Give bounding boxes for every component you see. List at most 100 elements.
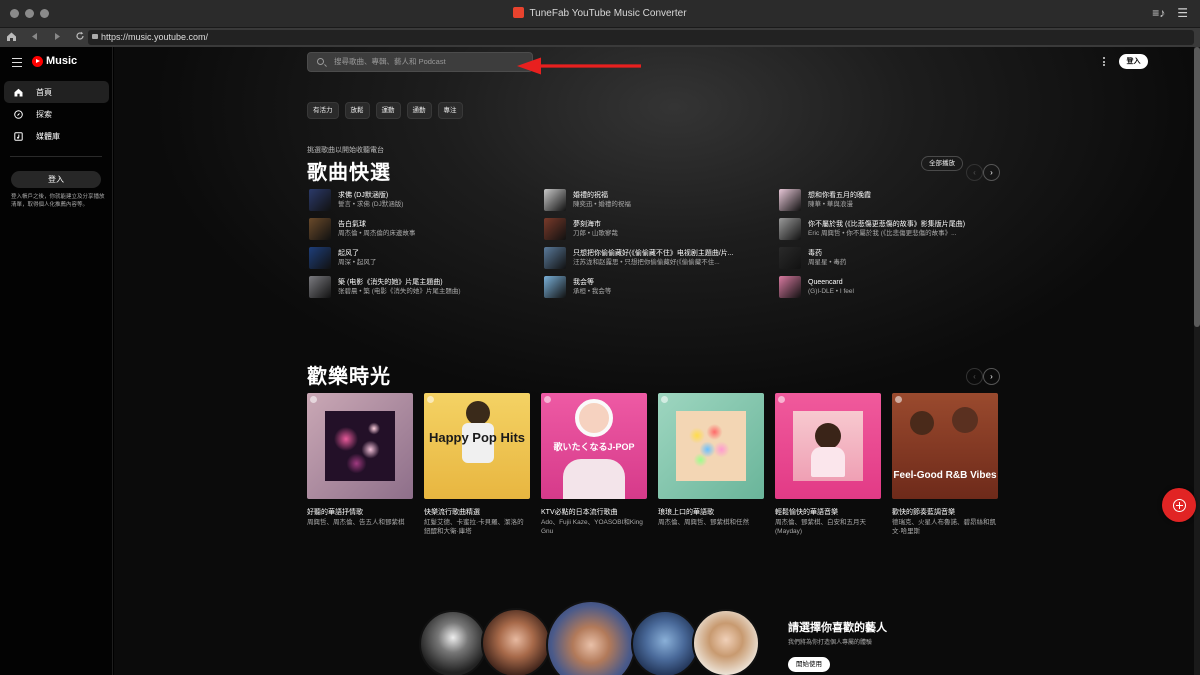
home-nav-icon[interactable] (5, 30, 17, 42)
song-thumbnail[interactable] (544, 276, 566, 298)
song-row[interactable]: 求佛 (DJ默涵版) 誓言 • 求佛 (DJ默涵版) (309, 189, 542, 211)
youtube-music-logo[interactable]: Music (32, 55, 77, 67)
sidebar-login-button[interactable]: 登入 (11, 171, 101, 188)
song-title[interactable]: 夢刻海市 (573, 220, 618, 229)
badge-icon (310, 396, 317, 403)
app-title: TuneFab YouTube Music Converter (0, 7, 1200, 19)
song-title[interactable]: 只想把你偷偷藏好(《偷偷藏不住》电视剧主題曲/片... (573, 249, 734, 258)
song-row[interactable]: 築 (电影《消失的她》片尾主題曲) 张碧晨 • 築 (电影《消失的她》片尾主題曲) (309, 276, 542, 298)
badge-icon (544, 396, 551, 403)
browser-navbar: https://music.youtube.com/ (0, 28, 1200, 47)
song-thumbnail[interactable] (779, 247, 801, 269)
song-title[interactable]: 毒药 (808, 249, 846, 258)
playlist-cover[interactable]: Feel-Good R&B Vibes (892, 393, 998, 499)
url-bar[interactable]: https://music.youtube.com/ (88, 30, 1194, 45)
song-thumbnail[interactable] (309, 276, 331, 298)
song-title[interactable]: 想和你看五月的晚霞 (808, 191, 871, 200)
artist-collage[interactable] (419, 600, 760, 675)
song-thumbnail[interactable] (309, 247, 331, 269)
song-title[interactable]: 求佛 (DJ默涵版) (338, 191, 403, 200)
song-artist: (G)I-DLE • I feel (808, 288, 854, 295)
song-row[interactable]: 只想把你偷偷藏好(《偷偷藏不住》电视剧主題曲/片... 汪苏泷和赵露思 • 只想把… (544, 247, 777, 269)
header-login-button[interactable]: 登入 (1119, 54, 1148, 69)
song-thumbnail[interactable] (309, 189, 331, 211)
song-thumbnail[interactable] (544, 218, 566, 240)
song-thumbnail[interactable] (779, 218, 801, 240)
play-all-button[interactable]: 全部播放 (921, 156, 963, 171)
song-text: 我会等 承桓 • 我会等 (573, 278, 611, 296)
song-title[interactable]: 築 (电影《消失的她》片尾主題曲) (338, 278, 461, 287)
song-thumbnail[interactable] (544, 189, 566, 211)
song-row[interactable]: 毒药 周星星 • 毒药 (779, 247, 1012, 269)
forward-icon[interactable] (51, 30, 63, 42)
main-content: 搜尋歌曲、專輯、藝人和 Podcast 登入 有活力 放鬆 運動 通勤 專注 挑… (114, 47, 1200, 675)
sidebar-item-explore[interactable]: 探索 (4, 103, 109, 125)
chip[interactable]: 通勤 (406, 102, 432, 119)
artist-avatar[interactable] (481, 608, 551, 675)
playlist-card[interactable]: 輕鬆愉快的華語音樂 周杰倫、鄧紫棋、白安和五月天 (Mayday) (775, 393, 881, 536)
song-title[interactable]: Queencard (808, 278, 854, 287)
search-input[interactable]: 搜尋歌曲、專輯、藝人和 Podcast (307, 52, 533, 72)
song-artist: 陳奕迅 • 婚禮的祝福 (573, 201, 631, 208)
song-row[interactable]: 我会等 承桓 • 我会等 (544, 276, 777, 298)
song-artist: 张碧晨 • 築 (电影《消失的她》片尾主題曲) (338, 288, 461, 295)
artist-avatar[interactable] (419, 610, 487, 675)
playlist-queue-icon[interactable]: ≡♪ (1152, 6, 1165, 20)
sidebar-item-library[interactable]: 媒體庫 (4, 125, 109, 147)
figure-head (466, 401, 490, 425)
compass-icon (14, 109, 23, 119)
artist-avatar[interactable] (546, 600, 636, 675)
menu-icon[interactable]: ☰ (1177, 6, 1188, 20)
annotation-arrow (517, 57, 641, 75)
carousel-next-button[interactable]: › (983, 368, 1000, 385)
song-title[interactable]: 我会等 (573, 278, 611, 287)
mood-chips: 有活力 放鬆 運動 通勤 專注 (307, 102, 463, 119)
song-title[interactable]: 起风了 (338, 249, 376, 258)
song-row[interactable]: 你不屬於我 (《比悲傷更悲傷的故事》影集版片尾曲) Eric 周興哲 • 你不屬於… (779, 218, 1012, 240)
playlist-cover[interactable] (307, 393, 413, 499)
song-row[interactable]: Queencard (G)I-DLE • I feel (779, 276, 1012, 298)
song-text: 你不屬於我 (《比悲傷更悲傷的故事》影集版片尾曲) Eric 周興哲 • 你不屬於… (808, 220, 965, 238)
search-icon (317, 58, 324, 65)
playlist-card[interactable]: 琅琅上口的華語歌 周杰倫、周興哲、鄧紫棋和任然 (658, 393, 764, 536)
hamburger-menu-icon[interactable] (12, 58, 22, 70)
playlist-card[interactable]: 好聽的華語抒情歌 周興哲、周杰倫、告五人和鄧紫棋 (307, 393, 413, 536)
chip[interactable]: 有活力 (307, 102, 339, 119)
playlist-card[interactable]: Feel-Good R&B Vibes 歡快的節奏藍調音樂 德瑞克、火星人布魯諾… (892, 393, 998, 536)
song-title[interactable]: 你不屬於我 (《比悲傷更悲傷的故事》影集版片尾曲) (808, 220, 965, 229)
song-title[interactable]: 婚禮的祝福 (573, 191, 631, 200)
playlist-cover[interactable] (658, 393, 764, 499)
more-options-icon[interactable] (1103, 57, 1106, 68)
carousel-prev-button[interactable]: ‹ (966, 368, 983, 385)
playlist-card[interactable]: 歌いたくなるJ-POP KTV必點的日本流行歌曲 Ado、Fujii Kaze、… (541, 393, 647, 536)
song-thumbnail[interactable] (544, 247, 566, 269)
song-title[interactable]: 告白氣球 (338, 220, 415, 229)
chip[interactable]: 專注 (437, 102, 463, 119)
song-row[interactable]: 婚禮的祝福 陳奕迅 • 婚禮的祝福 (544, 189, 777, 211)
song-row[interactable]: 想和你看五月的晚霞 陳華 • 華與浪漫 (779, 189, 1012, 211)
artist-avatar[interactable] (631, 610, 699, 675)
reload-icon[interactable] (74, 30, 86, 42)
song-thumbnail[interactable] (779, 189, 801, 211)
get-started-button[interactable]: 開始使用 (788, 657, 830, 672)
song-text: Queencard (G)I-DLE • I feel (808, 278, 854, 296)
chip[interactable]: 放鬆 (344, 102, 370, 119)
carousel-next-button[interactable]: › (983, 164, 1000, 181)
sidebar-item-home[interactable]: 首頁 (4, 81, 109, 103)
song-row[interactable]: 夢刻海市 刀郎 • 山歌寥哉 (544, 218, 777, 240)
scrollbar[interactable] (1194, 47, 1200, 675)
playlist-card[interactable]: Happy Pop Hits 快樂流行歌曲精選 紅髮艾德、卡蜜拉·卡貝羅、潔洛的… (424, 393, 530, 536)
artist-avatar[interactable] (692, 609, 760, 675)
chip[interactable]: 運動 (375, 102, 401, 119)
song-row[interactable]: 告白氣球 周杰倫 • 周杰倫的床邊故事 (309, 218, 542, 240)
song-thumbnail[interactable] (309, 218, 331, 240)
song-thumbnail[interactable] (779, 276, 801, 298)
song-row[interactable]: 起风了 周深 • 起风了 (309, 247, 542, 269)
playlist-cover[interactable]: 歌いたくなるJ-POP (541, 393, 647, 499)
carousel-prev-button[interactable]: ‹ (966, 164, 983, 181)
scrollbar-thumb[interactable] (1194, 47, 1200, 327)
playlist-cover[interactable] (775, 393, 881, 499)
back-icon[interactable] (28, 30, 40, 42)
playlist-cover[interactable]: Happy Pop Hits (424, 393, 530, 499)
add-to-converter-button[interactable] (1162, 488, 1196, 522)
